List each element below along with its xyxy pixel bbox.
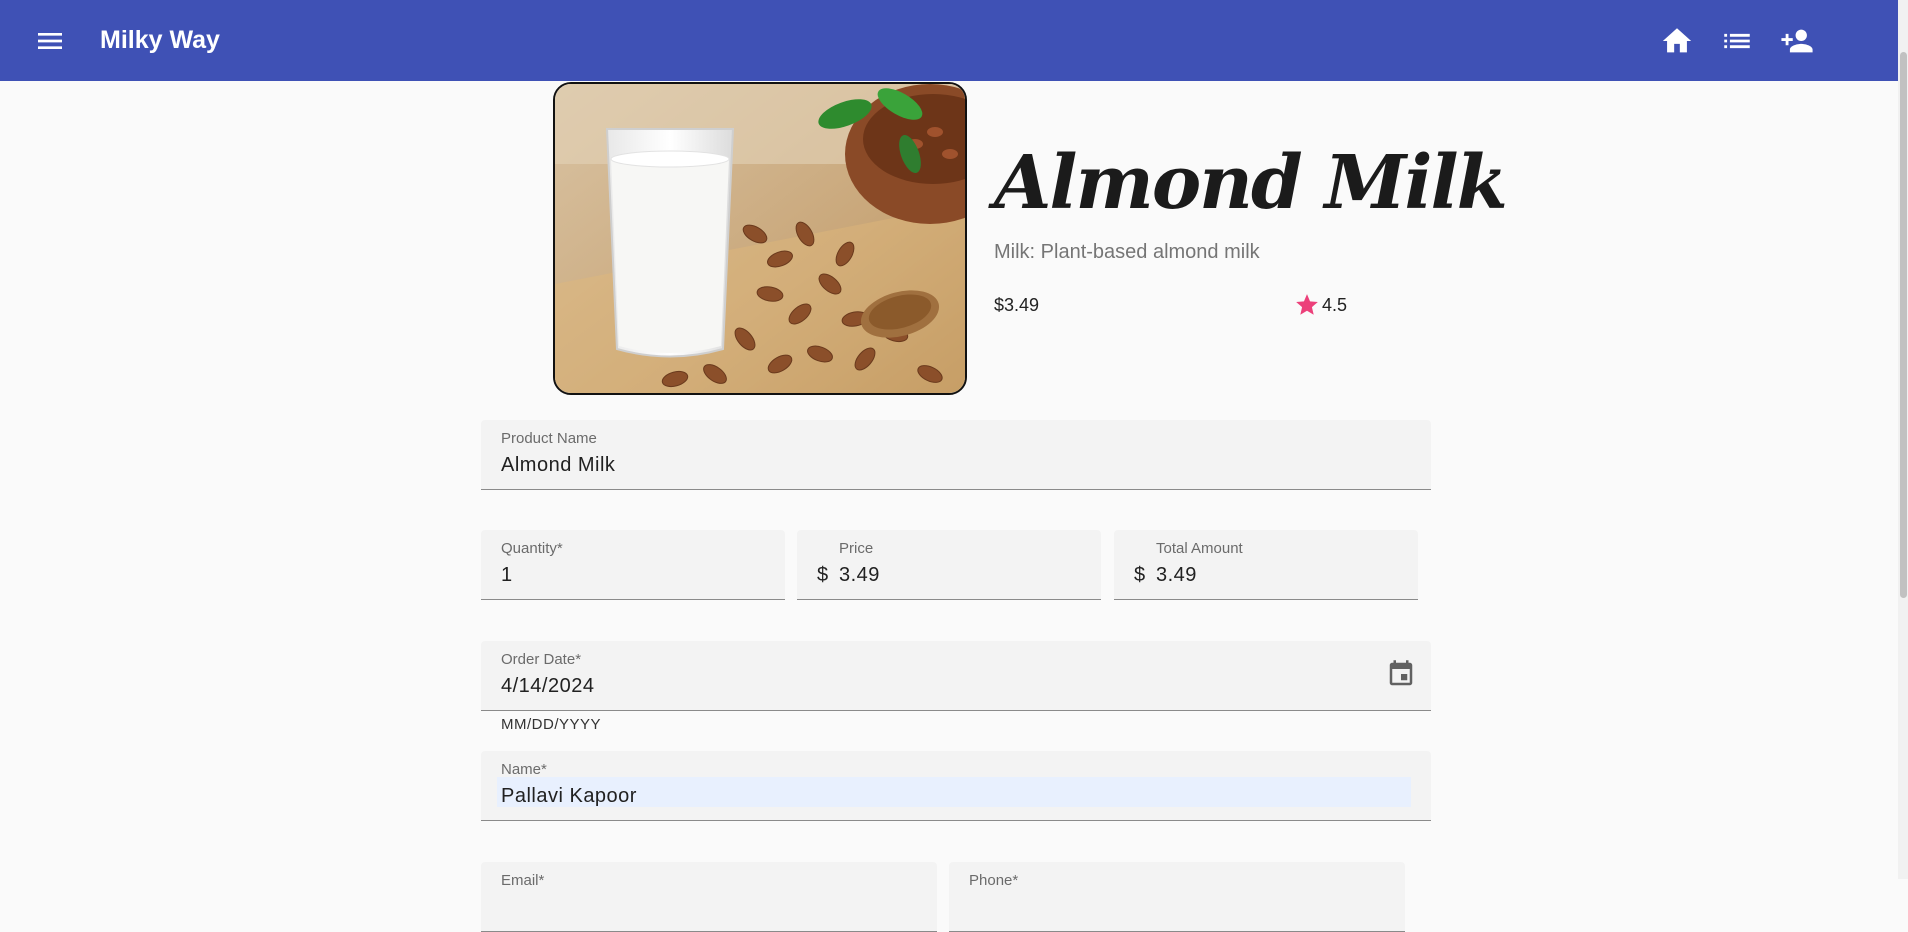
product-price: $3.49 <box>994 295 1040 315</box>
name-label: Name* <box>501 761 547 778</box>
order-date-value: 4/14/2024 <box>501 675 595 697</box>
price-field[interactable]: Price $ 3.49 <box>797 530 1101 600</box>
order-date-hint: MM/DD/YYYY <box>501 716 602 733</box>
app-title: Milky Way <box>100 26 220 54</box>
rating-value: 4.5 <box>1322 294 1348 315</box>
product-name-value: Almond Milk <box>501 454 616 476</box>
product-name-label: Product Name <box>501 430 597 447</box>
phone-field[interactable]: Phone* <box>949 862 1405 932</box>
product-name-field[interactable]: Product Name Almond Milk <box>481 420 1431 490</box>
phone-label: Phone* <box>969 872 1019 889</box>
product-rating: 4.5 <box>1294 292 1347 318</box>
email-label: Email* <box>501 872 545 889</box>
total-amount-field[interactable]: Total Amount $ 3.49 <box>1114 530 1418 600</box>
email-field[interactable]: Email* <box>481 862 937 932</box>
order-date-field[interactable]: Order Date* 4/14/2024 <box>481 641 1431 711</box>
top-toolbar: Milky Way <box>0 0 1898 81</box>
product-image <box>553 82 967 395</box>
product-title: Almond Milk <box>994 140 1508 226</box>
total-amount-prefix: $ <box>1134 564 1146 586</box>
name-field[interactable]: Name* Pallavi Kapoor <box>481 751 1431 821</box>
calendar-icon[interactable] <box>1386 659 1416 689</box>
total-amount-value: 3.49 <box>1156 564 1197 586</box>
person-add-icon[interactable] <box>1780 24 1814 58</box>
list-icon[interactable] <box>1720 24 1754 58</box>
name-value: Pallavi Kapoor <box>501 785 637 807</box>
home-icon[interactable] <box>1660 24 1694 58</box>
quantity-label: Quantity* <box>501 540 563 557</box>
quantity-field[interactable]: Quantity* 1 <box>481 530 785 600</box>
price-prefix: $ <box>817 564 829 586</box>
price-value: 3.49 <box>839 564 880 586</box>
total-amount-label: Total Amount <box>1156 540 1243 557</box>
scrollbar-thumb[interactable] <box>1900 52 1907 598</box>
quantity-value: 1 <box>501 564 513 586</box>
menu-icon[interactable] <box>34 25 66 57</box>
price-label: Price <box>839 540 874 557</box>
product-subtitle: Milk: Plant-based almond milk <box>994 241 1260 263</box>
order-date-label: Order Date* <box>501 651 582 668</box>
star-icon <box>1296 294 1318 315</box>
